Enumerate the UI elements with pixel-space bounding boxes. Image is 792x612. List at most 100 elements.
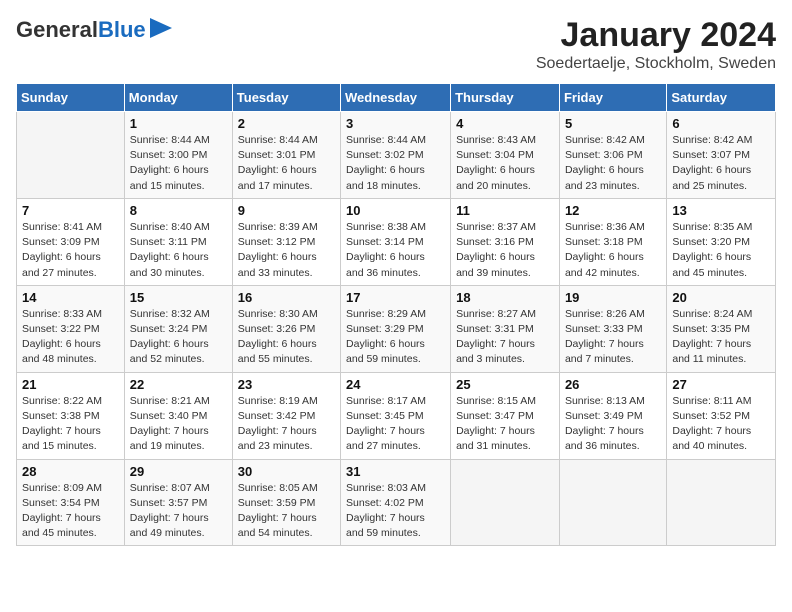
day-number: 19 <box>565 290 661 305</box>
page-title: January 2024 <box>536 16 776 55</box>
day-number: 4 <box>456 116 554 131</box>
day-cell: 2Sunrise: 8:44 AMSunset: 3:01 PMDaylight… <box>232 112 340 199</box>
header-cell-wednesday: Wednesday <box>341 84 451 112</box>
day-cell: 23 Sunrise: 8:19 AMSunset: 3:42 PMDayligh… <box>232 372 340 459</box>
day-cell: 20 Sunrise: 8:24 AMSunset: 3:35 PMDayligh… <box>667 285 776 372</box>
day-info: Sunrise: 8:42 AMSunset: 3:06 PMDaylight:… <box>565 133 661 194</box>
day-cell: 7Sunrise: 8:41 AMSunset: 3:09 PMDaylight… <box>17 198 125 285</box>
logo-arrow-icon <box>150 18 172 38</box>
day-number: 12 <box>565 203 661 218</box>
week-row-4: 21Sunrise: 8:22 AMSunset: 3:38 PMDayligh… <box>17 372 776 459</box>
day-number: 5 <box>565 116 661 131</box>
day-number: 14 <box>22 290 119 305</box>
day-number: 28 <box>22 464 119 479</box>
title-block: January 2024 Soedertaelje, Stockholm, Sw… <box>536 16 776 73</box>
day-cell: 3Sunrise: 8:44 AMSunset: 3:02 PMDaylight… <box>341 112 451 199</box>
calendar-table: SundayMondayTuesdayWednesdayThursdayFrid… <box>16 83 776 546</box>
day-cell: 8 Sunrise: 8:40 AMSunset: 3:11 PMDaylight… <box>124 198 232 285</box>
day-number: 23 <box>238 377 335 392</box>
day-info: Sunrise: 8:22 AMSunset: 3:38 PMDaylight:… <box>22 394 119 455</box>
calendar-body: 1 Sunrise: 8:44 AMSunset: 3:00 PMDaylight… <box>17 112 776 546</box>
day-number: 22 <box>130 377 227 392</box>
day-cell: 5 Sunrise: 8:42 AMSunset: 3:06 PMDaylight… <box>559 112 666 199</box>
day-info: Sunrise: 8:13 AMSunset: 3:49 PMDaylight:… <box>565 394 661 455</box>
header-cell-monday: Monday <box>124 84 232 112</box>
week-row-1: 1 Sunrise: 8:44 AMSunset: 3:00 PMDaylight… <box>17 112 776 199</box>
day-info: Sunrise: 8:19 AMSunset: 3:42 PMDaylight:… <box>238 394 335 455</box>
day-cell <box>667 459 776 546</box>
day-number: 13 <box>672 203 770 218</box>
logo: GeneralBlue <box>16 16 172 43</box>
day-info: Sunrise: 8:11 AMSunset: 3:52 PMDaylight:… <box>672 394 770 455</box>
day-cell: 14 Sunrise: 8:33 AMSunset: 3:22 PMDayligh… <box>17 285 125 372</box>
day-info: Sunrise: 8:03 AMSunset: 4:02 PMDaylight:… <box>346 481 445 542</box>
day-info: Sunrise: 8:09 AMSunset: 3:54 PMDaylight:… <box>22 481 119 542</box>
day-cell: 25Sunrise: 8:15 AMSunset: 3:47 PMDayligh… <box>451 372 560 459</box>
day-info: Sunrise: 8:43 AMSunset: 3:04 PMDaylight:… <box>456 133 554 194</box>
day-number: 11 <box>456 203 554 218</box>
day-cell: 22Sunrise: 8:21 AMSunset: 3:40 PMDayligh… <box>124 372 232 459</box>
day-number: 8 <box>130 203 227 218</box>
day-info: Sunrise: 8:36 AMSunset: 3:18 PMDaylight:… <box>565 220 661 281</box>
day-number: 1 <box>130 116 227 131</box>
day-cell: 26 Sunrise: 8:13 AMSunset: 3:49 PMDayligh… <box>559 372 666 459</box>
day-info: Sunrise: 8:42 AMSunset: 3:07 PMDaylight:… <box>672 133 770 194</box>
page-subtitle: Soedertaelje, Stockholm, Sweden <box>536 55 776 73</box>
day-info: Sunrise: 8:30 AMSunset: 3:26 PMDaylight:… <box>238 307 335 368</box>
week-row-2: 7Sunrise: 8:41 AMSunset: 3:09 PMDaylight… <box>17 198 776 285</box>
day-info: Sunrise: 8:44 AMSunset: 3:02 PMDaylight:… <box>346 133 445 194</box>
day-cell: 21Sunrise: 8:22 AMSunset: 3:38 PMDayligh… <box>17 372 125 459</box>
day-info: Sunrise: 8:26 AMSunset: 3:33 PMDaylight:… <box>565 307 661 368</box>
day-info: Sunrise: 8:24 AMSunset: 3:35 PMDaylight:… <box>672 307 770 368</box>
day-cell <box>17 112 125 199</box>
day-number: 7 <box>22 203 119 218</box>
week-row-5: 28 Sunrise: 8:09 AMSunset: 3:54 PMDayligh… <box>17 459 776 546</box>
day-cell: 15 Sunrise: 8:32 AMSunset: 3:24 PMDayligh… <box>124 285 232 372</box>
day-number: 31 <box>346 464 445 479</box>
day-number: 30 <box>238 464 335 479</box>
day-cell: 24Sunrise: 8:17 AMSunset: 3:45 PMDayligh… <box>341 372 451 459</box>
day-info: Sunrise: 8:05 AMSunset: 3:59 PMDaylight:… <box>238 481 335 542</box>
day-cell: 19 Sunrise: 8:26 AMSunset: 3:33 PMDayligh… <box>559 285 666 372</box>
day-number: 2 <box>238 116 335 131</box>
day-number: 26 <box>565 377 661 392</box>
day-cell: 1 Sunrise: 8:44 AMSunset: 3:00 PMDaylight… <box>124 112 232 199</box>
header-cell-thursday: Thursday <box>451 84 560 112</box>
day-number: 15 <box>130 290 227 305</box>
day-cell: 12 Sunrise: 8:36 AMSunset: 3:18 PMDayligh… <box>559 198 666 285</box>
logo-text: GeneralBlue <box>16 19 146 41</box>
day-number: 24 <box>346 377 445 392</box>
day-info: Sunrise: 8:40 AMSunset: 3:11 PMDaylight:… <box>130 220 227 281</box>
day-cell: 17 Sunrise: 8:29 AMSunset: 3:29 PMDayligh… <box>341 285 451 372</box>
day-info: Sunrise: 8:44 AMSunset: 3:00 PMDaylight:… <box>130 133 227 194</box>
day-cell: 6 Sunrise: 8:42 AMSunset: 3:07 PMDaylight… <box>667 112 776 199</box>
day-cell: 28 Sunrise: 8:09 AMSunset: 3:54 PMDayligh… <box>17 459 125 546</box>
day-number: 16 <box>238 290 335 305</box>
day-cell: 4 Sunrise: 8:43 AMSunset: 3:04 PMDaylight… <box>451 112 560 199</box>
day-number: 20 <box>672 290 770 305</box>
week-row-3: 14 Sunrise: 8:33 AMSunset: 3:22 PMDayligh… <box>17 285 776 372</box>
day-cell: 18 Sunrise: 8:27 AMSunset: 3:31 PMDayligh… <box>451 285 560 372</box>
day-cell <box>451 459 560 546</box>
day-info: Sunrise: 8:32 AMSunset: 3:24 PMDaylight:… <box>130 307 227 368</box>
day-cell: 9Sunrise: 8:39 AMSunset: 3:12 PMDaylight… <box>232 198 340 285</box>
day-cell: 13Sunrise: 8:35 AMSunset: 3:20 PMDayligh… <box>667 198 776 285</box>
day-number: 17 <box>346 290 445 305</box>
day-info: Sunrise: 8:37 AMSunset: 3:16 PMDaylight:… <box>456 220 554 281</box>
header-cell-tuesday: Tuesday <box>232 84 340 112</box>
calendar-header: SundayMondayTuesdayWednesdayThursdayFrid… <box>17 84 776 112</box>
header-cell-saturday: Saturday <box>667 84 776 112</box>
day-number: 29 <box>130 464 227 479</box>
day-info: Sunrise: 8:33 AMSunset: 3:22 PMDaylight:… <box>22 307 119 368</box>
day-info: Sunrise: 8:29 AMSunset: 3:29 PMDaylight:… <box>346 307 445 368</box>
day-info: Sunrise: 8:27 AMSunset: 3:31 PMDaylight:… <box>456 307 554 368</box>
header-row: SundayMondayTuesdayWednesdayThursdayFrid… <box>17 84 776 112</box>
day-info: Sunrise: 8:07 AMSunset: 3:57 PMDaylight:… <box>130 481 227 542</box>
day-cell: 11 Sunrise: 8:37 AMSunset: 3:16 PMDayligh… <box>451 198 560 285</box>
day-cell: 27Sunrise: 8:11 AMSunset: 3:52 PMDayligh… <box>667 372 776 459</box>
day-number: 25 <box>456 377 554 392</box>
day-info: Sunrise: 8:39 AMSunset: 3:12 PMDaylight:… <box>238 220 335 281</box>
day-number: 18 <box>456 290 554 305</box>
day-info: Sunrise: 8:38 AMSunset: 3:14 PMDaylight:… <box>346 220 445 281</box>
day-number: 6 <box>672 116 770 131</box>
